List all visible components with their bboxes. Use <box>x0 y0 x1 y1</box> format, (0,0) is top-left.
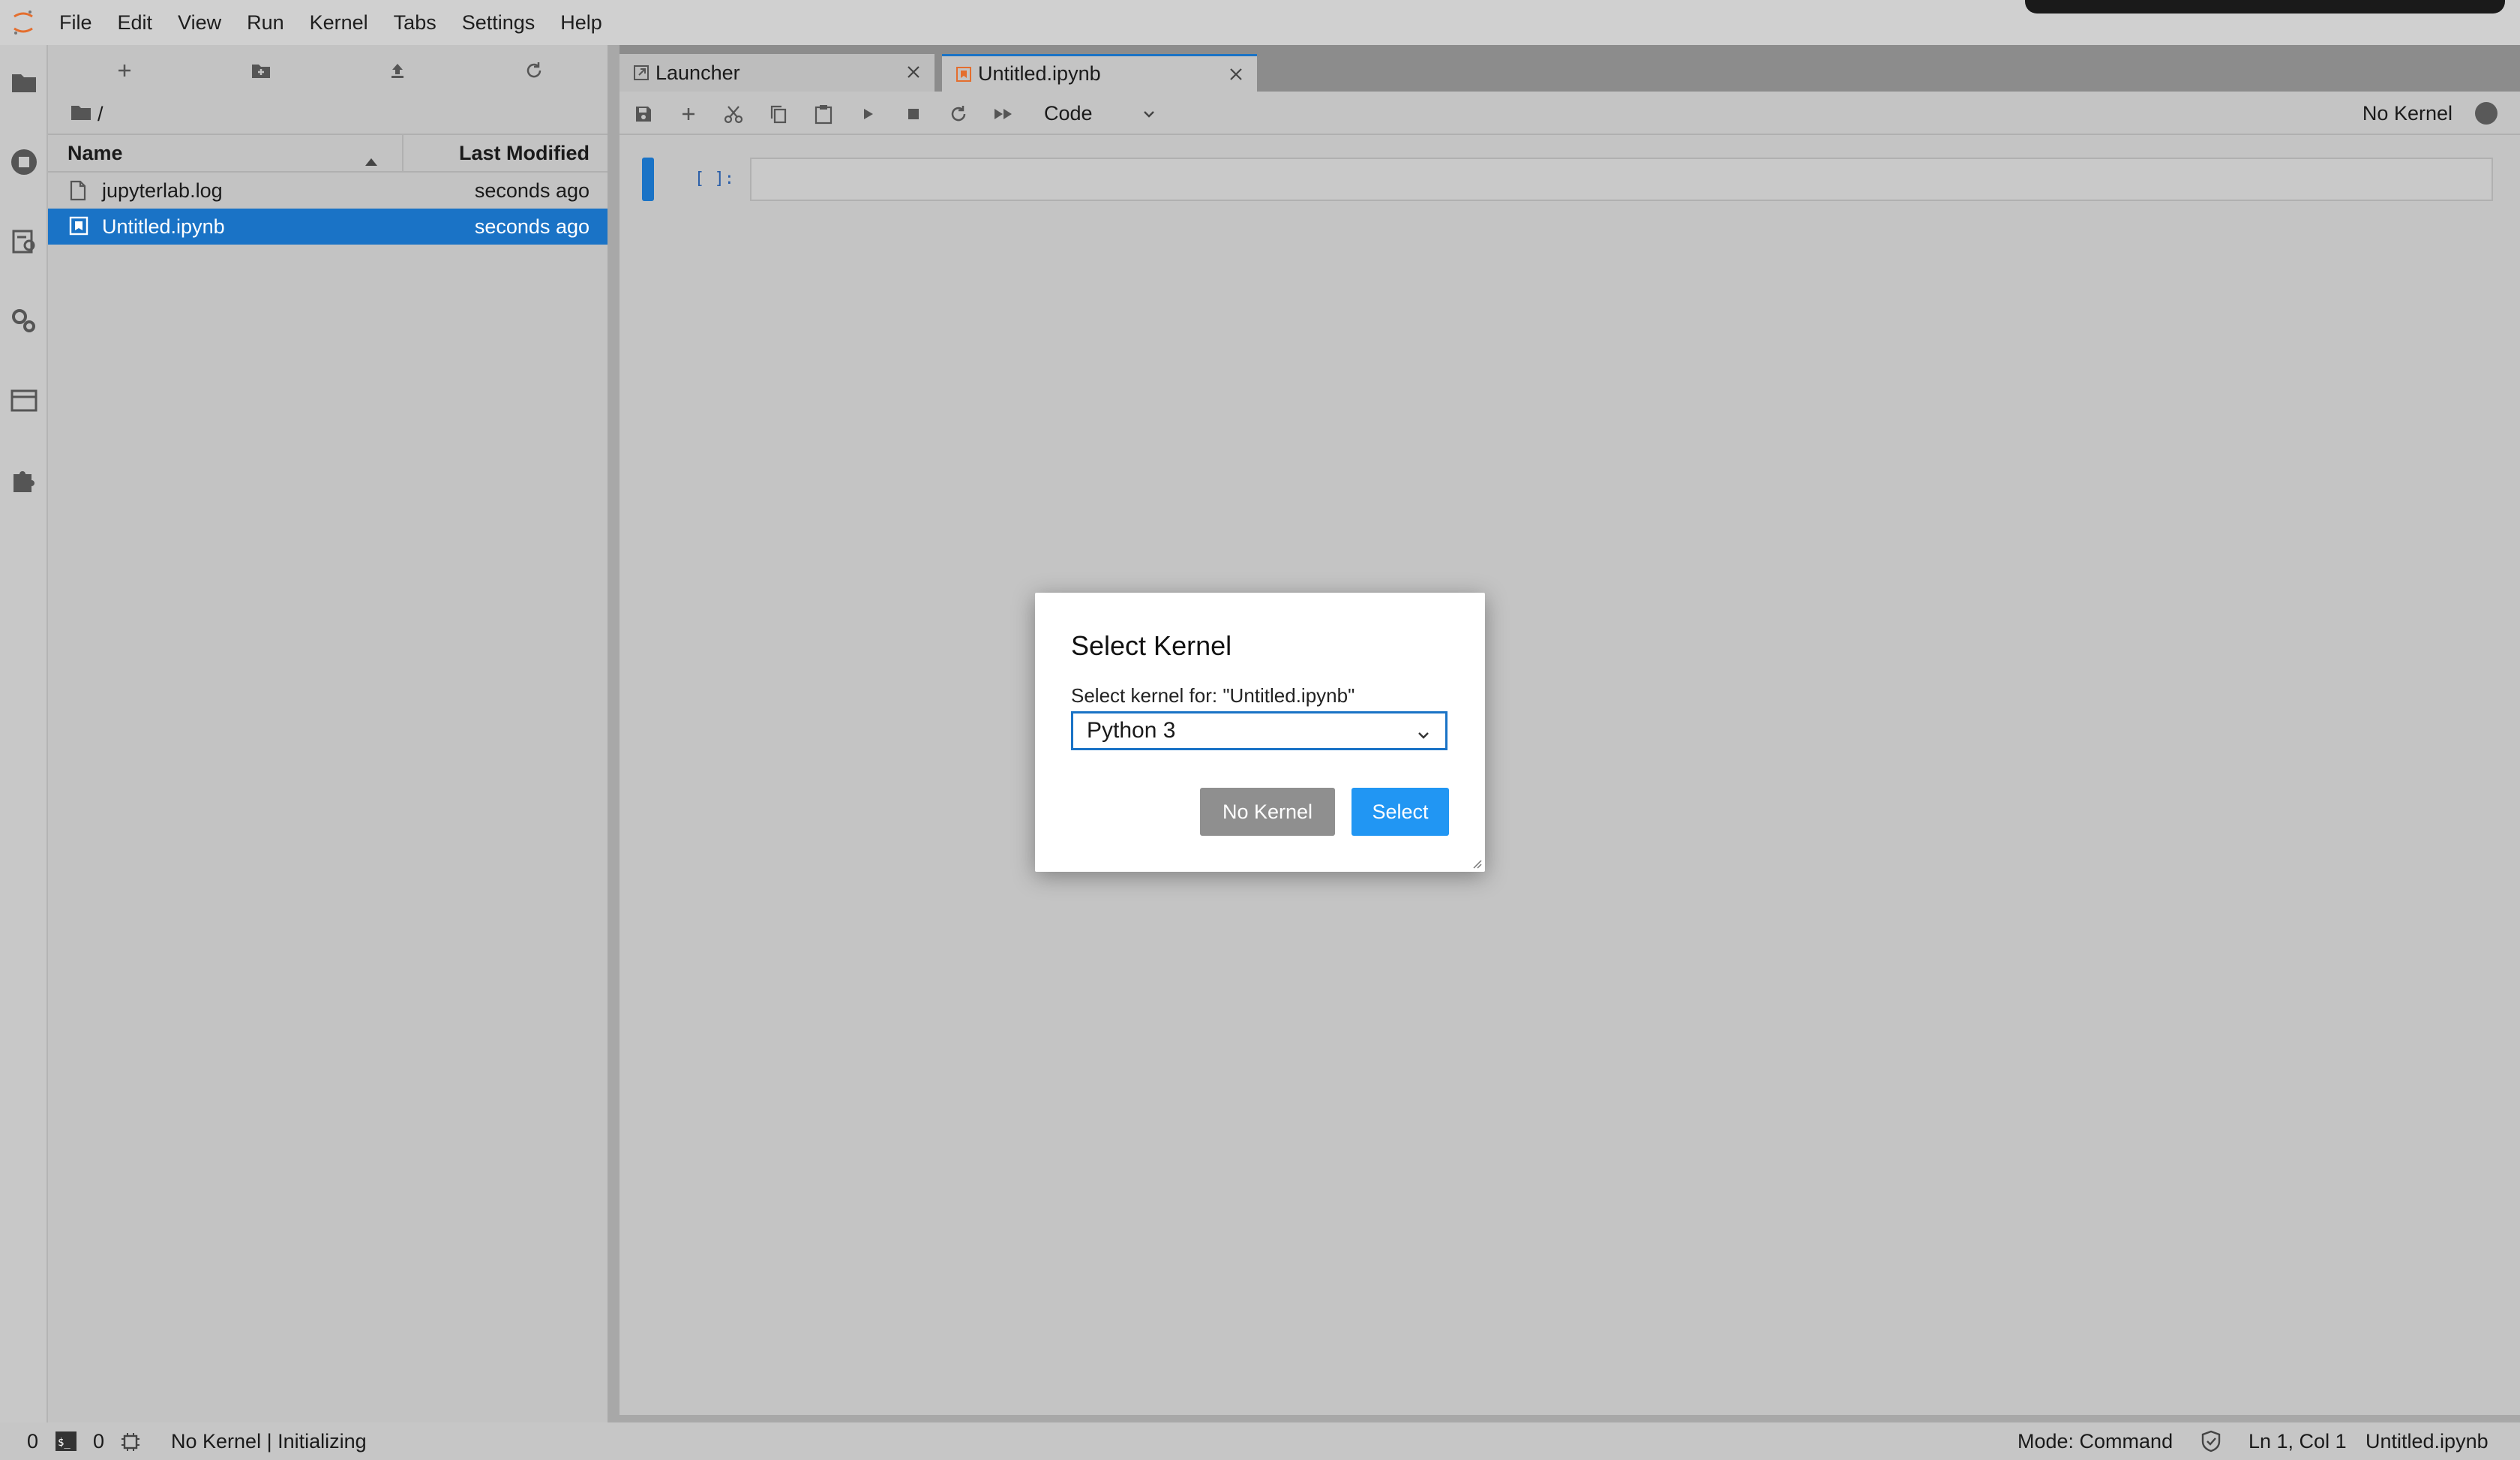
menu-file[interactable]: File <box>46 0 105 45</box>
cut-icon[interactable] <box>718 99 748 129</box>
new-folder-icon[interactable] <box>244 54 278 87</box>
file-list-header: Name Last Modified <box>48 134 608 173</box>
menu-view[interactable]: View <box>165 0 234 45</box>
file-browser: / Name Last Modified jupyterlab.log seco… <box>48 45 608 1422</box>
tab-label: Untitled.ipynb <box>978 62 1101 85</box>
menu-kernel[interactable]: Kernel <box>297 0 381 45</box>
menu-tabs[interactable]: Tabs <box>381 0 449 45</box>
dialog-label: Select kernel for: "Untitled.ipynb" <box>1071 684 1355 707</box>
tab-launcher[interactable]: Launcher <box>620 54 934 92</box>
activity-bar <box>0 45 48 1422</box>
resize-handle-icon[interactable] <box>1472 858 1482 869</box>
refresh-icon[interactable] <box>518 54 550 87</box>
extension-icon[interactable] <box>8 464 40 497</box>
copy-icon[interactable] <box>764 99 794 129</box>
status-bar: 0 $_ 0 No Kernel | Initializing Mode: Co… <box>0 1422 2520 1460</box>
file-icon <box>69 180 87 206</box>
breadcrumb-root[interactable]: / <box>98 103 104 126</box>
terminal-icon[interactable]: $_ <box>56 1431 76 1456</box>
fast-forward-icon[interactable] <box>988 99 1018 129</box>
file-name: jupyterlab.log <box>102 179 223 202</box>
status-filename: Untitled.ipynb <box>2366 1430 2488 1452</box>
code-cell-input[interactable] <box>750 158 2493 201</box>
kernel-status-icon <box>2475 102 2498 125</box>
kernel-name[interactable]: No Kernel <box>2362 102 2452 125</box>
file-modified: seconds ago <box>474 215 590 238</box>
notebook-toolbar: Code No Kernel <box>620 92 2520 135</box>
run-icon[interactable] <box>854 99 884 129</box>
chevron-down-icon <box>1415 724 1432 750</box>
property-inspector-icon[interactable] <box>8 305 40 338</box>
restart-icon[interactable] <box>944 99 974 129</box>
menu-run[interactable]: Run <box>234 0 297 45</box>
no-kernel-button[interactable]: No Kernel <box>1200 788 1335 836</box>
launcher-icon <box>633 65 656 81</box>
panel-splitter[interactable] <box>608 45 620 1422</box>
cell-type-value: Code <box>1044 101 1093 125</box>
stop-icon[interactable] <box>898 99 928 129</box>
terminals-count[interactable]: 0 <box>27 1430 38 1453</box>
kernels-count[interactable]: 0 <box>93 1430 104 1453</box>
close-icon[interactable] <box>903 62 924 83</box>
tabs-icon[interactable] <box>8 384 40 417</box>
insert-cell-icon[interactable] <box>674 99 704 129</box>
menu-bar: File Edit View Run Kernel Tabs Settings … <box>0 0 2520 45</box>
cell-prompt: [ ]: <box>694 170 734 188</box>
folder-icon[interactable] <box>8 66 40 99</box>
mode-indicator[interactable]: Mode: Command <box>2018 1430 2173 1453</box>
svg-text:$_: $_ <box>58 1437 70 1449</box>
menu-settings[interactable]: Settings <box>449 0 548 45</box>
menu-edit[interactable]: Edit <box>105 0 166 45</box>
select-button[interactable]: Select <box>1352 788 1449 836</box>
cell-collapser[interactable] <box>642 158 654 201</box>
notebook-bottom-border <box>620 1415 2520 1422</box>
cell-type-select[interactable]: Code <box>1044 98 1164 129</box>
file-browser-toolbar <box>48 45 608 95</box>
shield-icon[interactable] <box>2200 1430 2222 1458</box>
cursor-position[interactable]: Ln 1, Col 1 <box>2248 1430 2347 1453</box>
tab-untitled-ipynb[interactable]: Untitled.ipynb <box>942 54 1257 92</box>
breadcrumb: / <box>48 95 608 134</box>
new-launcher-icon[interactable] <box>108 54 141 87</box>
sort-ascending-icon <box>364 149 378 172</box>
tab-bar: Launcher Untitled.ipynb <box>620 45 2520 92</box>
upload-icon[interactable] <box>381 54 414 87</box>
notebook-icon <box>69 216 88 241</box>
tab-label: Launcher <box>656 61 740 84</box>
column-last-modified[interactable]: Last Modified <box>459 142 590 165</box>
select-kernel-dialog: Select Kernel Select kernel for: "Untitl… <box>1035 593 1485 872</box>
save-icon[interactable] <box>628 99 658 129</box>
file-modified: seconds ago <box>474 179 590 202</box>
kernel-cpu-icon[interactable] <box>120 1431 141 1458</box>
file-row-jupyterlab-log[interactable]: jupyterlab.log seconds ago <box>48 173 608 209</box>
notebook-panel: [ ]: <box>620 135 2520 1415</box>
chevron-down-icon <box>1142 104 1156 127</box>
paste-icon[interactable] <box>808 99 838 129</box>
folder-icon[interactable] <box>70 103 92 126</box>
jupyter-logo-icon <box>0 0 46 45</box>
kernel-status-text[interactable]: No Kernel | Initializing <box>171 1430 367 1453</box>
kernel-select-value: Python 3 <box>1087 718 1176 743</box>
column-name[interactable]: Name <box>68 142 123 165</box>
notebook-icon <box>956 66 978 83</box>
overlay-strip <box>2025 0 2505 14</box>
dialog-title: Select Kernel <box>1071 630 1232 661</box>
file-row-untitled-ipynb[interactable]: Untitled.ipynb seconds ago <box>48 209 608 245</box>
running-icon[interactable] <box>8 146 40 179</box>
commands-icon[interactable] <box>8 225 40 258</box>
menu-help[interactable]: Help <box>548 0 615 45</box>
close-icon[interactable] <box>1226 64 1246 85</box>
kernel-select[interactable]: Python 3 <box>1071 711 1448 750</box>
column-divider[interactable] <box>402 135 404 171</box>
file-name: Untitled.ipynb <box>102 215 225 238</box>
